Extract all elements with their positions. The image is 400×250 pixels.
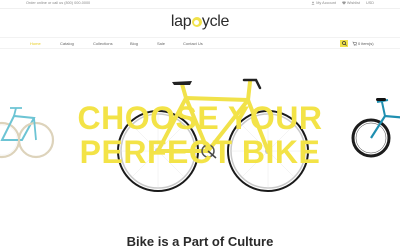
phone-info: Order online or call us (800) 000-0000	[26, 1, 91, 5]
account-link[interactable]: My Account	[311, 1, 336, 5]
heading-text-end: art of Culture	[191, 234, 274, 249]
cart-count: 0 item(s)	[358, 41, 374, 46]
top-links: My Account Wishlist USD	[311, 1, 374, 5]
heading-text-start: Bike is a	[126, 234, 184, 249]
section-heading: Bike is a Part of Culture	[0, 234, 400, 249]
cart-icon	[352, 41, 357, 46]
main-navigation: Home Catalog Collections Blog Sale Conta…	[0, 37, 400, 49]
heart-icon	[342, 1, 346, 5]
top-utility-bar: Order online or call us (800) 000-0000 M…	[0, 0, 400, 9]
heading-highlight-letter: P	[181, 234, 192, 249]
nav-item-collections[interactable]: Collections	[93, 41, 113, 46]
hero-headline-line1: CHOOSE YOUR	[77, 100, 323, 136]
cart-button[interactable]: 0 item(s)	[352, 41, 374, 46]
search-button[interactable]	[340, 40, 348, 47]
nav-item-sale[interactable]: Sale	[157, 41, 165, 46]
nav-item-contact-us[interactable]: Contact Us	[183, 41, 203, 46]
logo-text-end: ycle	[201, 13, 230, 30]
account-label: My Account	[316, 1, 336, 5]
user-icon	[311, 1, 315, 5]
site-logo[interactable]: lap ycle	[0, 13, 400, 31]
nav-item-home[interactable]: Home	[30, 41, 41, 46]
wishlist-link[interactable]: Wishlist	[342, 1, 360, 5]
nav-item-catalog[interactable]: Catalog	[60, 41, 74, 46]
logo-text-start: lap	[170, 13, 192, 30]
wishlist-label: Wishlist	[346, 1, 360, 5]
hero-headline-line2: PERFECT BIKE	[79, 134, 321, 170]
search-icon	[341, 41, 347, 46]
currency-selector[interactable]: USD	[366, 1, 374, 5]
nav-item-blog[interactable]: Blog	[130, 41, 138, 46]
hero-banner: CHOOSE YOUR PERFECT BIKE	[0, 50, 400, 200]
logo-o-icon	[191, 17, 202, 27]
